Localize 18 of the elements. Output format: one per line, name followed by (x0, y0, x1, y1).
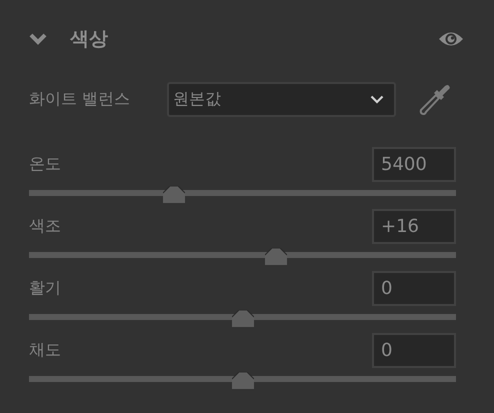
slider-label: 온도 (29, 154, 61, 174)
visibility-eye-icon[interactable] (438, 30, 464, 48)
value-field[interactable]: 0 (372, 332, 456, 368)
slider-thumb[interactable] (232, 372, 254, 389)
slider-thumb[interactable] (264, 248, 287, 265)
caret-icon (370, 94, 384, 104)
collapse-chevron-icon[interactable] (29, 33, 47, 45)
value-field[interactable]: 0 (372, 270, 456, 306)
panel-title: 색상 (70, 27, 108, 52)
balance-mode-dropdown[interactable]: 원본값 (167, 82, 396, 116)
value-field[interactable]: +16 (372, 208, 456, 244)
balance-label: 화이트 밸런스 (29, 88, 132, 110)
slider-label: 색조 (29, 216, 61, 236)
slider-label: 활기 (29, 278, 61, 298)
value-field[interactable]: 5400 (372, 146, 456, 182)
slider-thumb[interactable] (232, 310, 254, 327)
slider-thumb[interactable] (163, 186, 186, 203)
slider-label: 채도 (29, 340, 61, 360)
